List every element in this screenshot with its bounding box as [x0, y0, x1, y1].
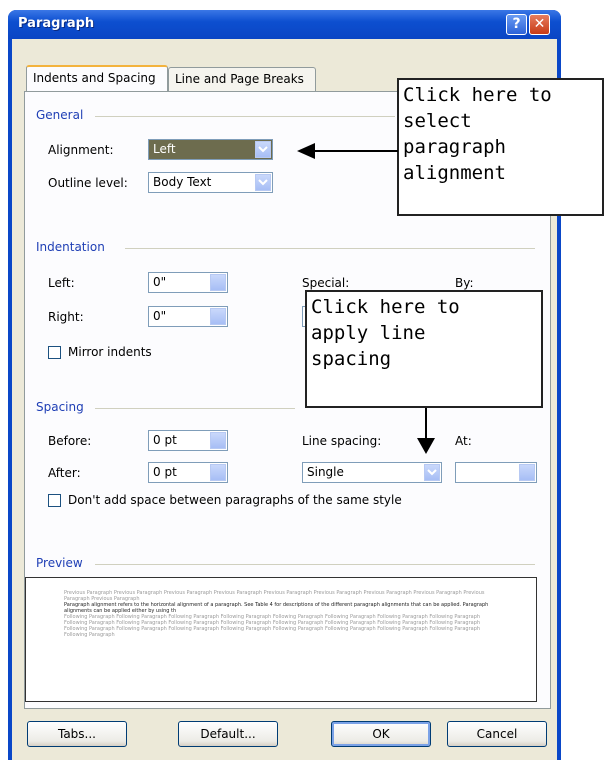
alignment-label: Alignment:	[48, 143, 114, 157]
at-label: At:	[455, 434, 472, 448]
after-value: 0 pt	[153, 465, 177, 479]
line-spacing-select[interactable]: Single	[302, 462, 442, 483]
right-indent-input[interactable]: 0"	[148, 306, 228, 327]
at-input[interactable]	[455, 462, 537, 483]
chevron-down-icon[interactable]	[424, 464, 440, 481]
preview-heading: Preview	[36, 556, 83, 570]
dont-add-space-label: Don't add space between paragraphs of th…	[68, 493, 402, 507]
close-button[interactable]: ✕	[529, 14, 550, 35]
spinner-icon[interactable]	[519, 464, 535, 481]
title-bar[interactable]: Paragraph ? ✕	[8, 10, 561, 39]
preview-previous-text: Previous Paragraph Previous Paragraph Pr…	[64, 590, 485, 602]
spinner-icon[interactable]	[210, 464, 226, 481]
dont-add-space-checkbox[interactable]	[48, 494, 61, 507]
special-label: Special:	[302, 276, 350, 290]
tab-label: Indents and Spacing	[33, 71, 156, 85]
alignment-callout: Click here to select paragraph alignment	[397, 78, 604, 216]
after-input[interactable]: 0 pt	[148, 462, 228, 483]
spinner-icon[interactable]	[210, 308, 226, 325]
tab-label: Line and Page Breaks	[175, 72, 304, 86]
mirror-indents-label: Mirror indents	[68, 345, 152, 359]
line-spacing-value: Single	[307, 465, 344, 479]
general-divider	[95, 116, 395, 117]
right-indent-value: 0"	[153, 309, 167, 323]
spacing-divider	[95, 408, 295, 409]
left-indent-label: Left:	[48, 276, 75, 290]
outline-level-select[interactable]: Body Text	[148, 172, 273, 193]
chevron-down-icon[interactable]	[255, 141, 271, 158]
line-spacing-callout: Click here to apply line spacing	[305, 290, 543, 408]
ok-button[interactable]: OK	[331, 721, 431, 747]
chevron-down-icon[interactable]	[255, 174, 271, 191]
general-heading: General	[36, 108, 84, 122]
alignment-value: Left	[153, 142, 176, 156]
preview-divider	[95, 564, 535, 565]
alignment-select[interactable]: Left	[148, 139, 273, 160]
alignment-arrowhead-icon	[297, 143, 315, 159]
by-label: By:	[455, 276, 474, 290]
right-indent-label: Right:	[48, 310, 84, 324]
cancel-button[interactable]: Cancel	[447, 721, 547, 747]
help-button[interactable]: ?	[506, 14, 527, 35]
before-input[interactable]: 0 pt	[148, 430, 228, 451]
spinner-icon[interactable]	[210, 432, 226, 449]
default-button[interactable]: Default...	[178, 721, 278, 747]
left-indent-value: 0"	[153, 275, 167, 289]
after-label: After:	[48, 466, 81, 480]
preview-following-text: Following Paragraph Following Paragraph …	[64, 614, 481, 638]
preview-box: Previous Paragraph Previous Paragraph Pr…	[25, 577, 537, 702]
before-label: Before:	[48, 434, 92, 448]
preview-text: Previous Paragraph Previous Paragraph Pr…	[64, 590, 494, 638]
preview-body-text: Paragraph alignment refers to the horizo…	[64, 602, 489, 614]
spinner-icon[interactable]	[210, 274, 226, 291]
line-spacing-arrowhead-icon	[417, 438, 435, 454]
line-spacing-label: Line spacing:	[302, 434, 382, 448]
tab-line-and-page-breaks[interactable]: Line and Page Breaks	[168, 67, 316, 91]
indentation-heading: Indentation	[36, 240, 105, 254]
tab-indents-and-spacing[interactable]: Indents and Spacing	[26, 65, 168, 91]
outline-level-label: Outline level:	[48, 176, 128, 190]
indentation-divider	[125, 248, 535, 249]
mirror-indents-checkbox[interactable]	[48, 346, 61, 359]
before-value: 0 pt	[153, 433, 177, 447]
left-indent-input[interactable]: 0"	[148, 272, 228, 293]
alignment-arrow	[313, 150, 398, 152]
outline-level-value: Body Text	[153, 175, 212, 189]
dialog-title: Paragraph	[18, 16, 95, 31]
spacing-heading: Spacing	[36, 400, 84, 414]
tabs-button[interactable]: Tabs...	[27, 721, 127, 747]
